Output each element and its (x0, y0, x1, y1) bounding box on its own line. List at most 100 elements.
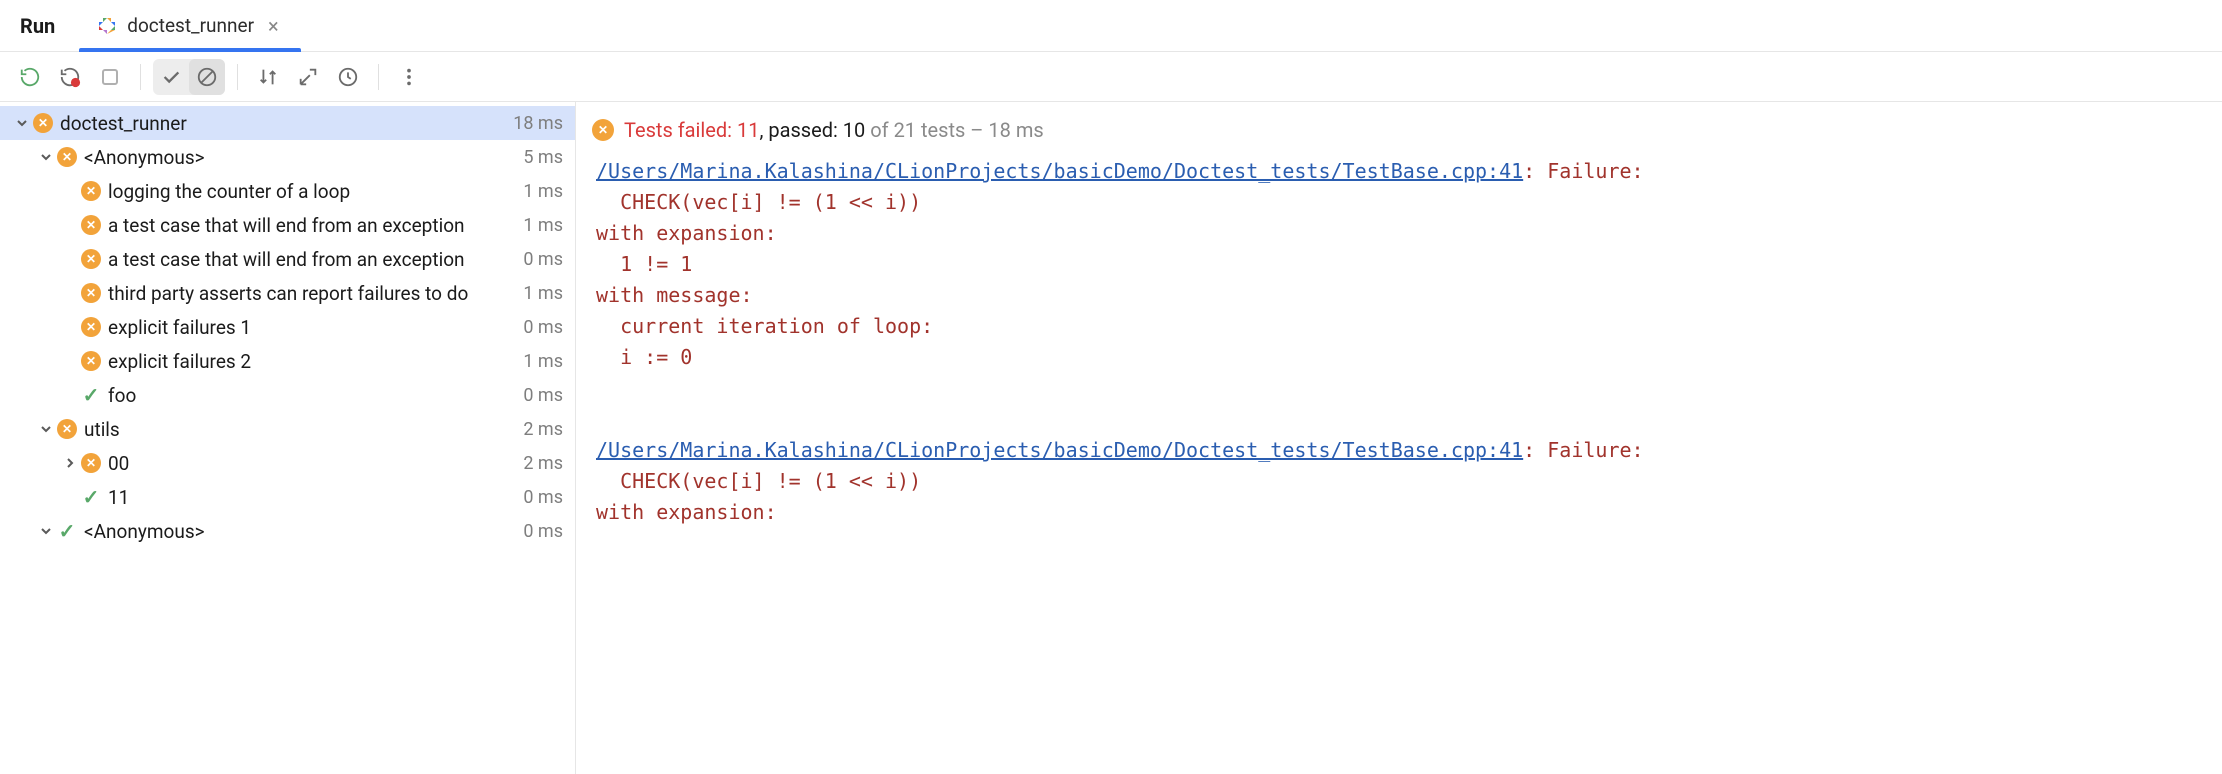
tree-duration: 0 ms (523, 487, 563, 508)
tree-duration: 1 ms (523, 283, 563, 304)
fail-icon (56, 146, 78, 168)
console-line: with message: (596, 283, 753, 307)
console-line: 1 != 1 (596, 252, 692, 276)
console-output[interactable]: /Users/Marina.Kalashina/CLionProjects/ba… (592, 156, 2222, 528)
tree-test-item[interactable]: explicit failures 2 1 ms (0, 344, 575, 378)
fail-icon (592, 119, 614, 141)
expand-all-button[interactable] (290, 59, 326, 95)
console-line: with expansion: (596, 500, 777, 524)
tree-label: foo (108, 384, 515, 407)
pass-icon: ✓ (80, 486, 102, 508)
app-root: Run doctest_runner × (0, 0, 2222, 774)
tree-test-item[interactable]: ✓ 11 0 ms (0, 480, 575, 514)
console-line: current iteration of loop: (596, 314, 933, 338)
tree-duration: 0 ms (523, 385, 563, 406)
close-icon[interactable]: × (264, 14, 283, 38)
console-line: : Failure: (1523, 438, 1643, 462)
console-line: with expansion: (596, 221, 777, 245)
tab-strip: Run doctest_runner × (0, 0, 2222, 52)
fail-icon (80, 350, 102, 372)
fail-icon (80, 214, 102, 236)
tree-label: 11 (108, 486, 515, 509)
chevron-down-icon[interactable] (36, 524, 56, 538)
tree-test-item[interactable]: logging the counter of a loop 1 ms (0, 174, 575, 208)
console-pane: Tests failed: 11, passed: 10 of 21 tests… (576, 102, 2222, 774)
file-link[interactable]: /Users/Marina.Kalashina/CLionProjects/ba… (596, 438, 1523, 462)
tree-duration: 2 ms (523, 453, 563, 474)
toolbar-separator (140, 64, 141, 90)
tree-group-anonymous-1[interactable]: <Anonymous> 5 ms (0, 140, 575, 174)
tree-test-item[interactable]: third party asserts can report failures … (0, 276, 575, 310)
test-toolbar (0, 52, 2222, 102)
main-split: doctest_runner 18 ms <Anonymous> 5 ms lo… (0, 102, 2222, 774)
stop-button[interactable] (92, 59, 128, 95)
tree-group-utils[interactable]: utils 2 ms (0, 412, 575, 446)
tree-label: <Anonymous> (84, 520, 515, 543)
console-line: i := 0 (596, 345, 692, 369)
tree-duration: 0 ms (523, 521, 563, 542)
tool-window-label: Run (0, 0, 79, 51)
passed-ignored-group (153, 59, 225, 95)
tab-doctest-runner[interactable]: doctest_runner × (79, 0, 300, 51)
tree-label: explicit failures 1 (108, 316, 515, 339)
test-summary: Tests failed: 11, passed: 10 of 21 tests… (592, 112, 2222, 156)
tree-duration: 1 ms (523, 215, 563, 236)
tree-label: logging the counter of a loop (108, 180, 515, 203)
summary-passed: , passed: 10 (759, 118, 865, 142)
pass-icon: ✓ (80, 384, 102, 406)
fail-icon (32, 112, 54, 134)
chevron-down-icon[interactable] (12, 116, 32, 130)
tree-label: third party asserts can report failures … (108, 282, 515, 305)
tree-duration: 1 ms (523, 181, 563, 202)
file-link[interactable]: /Users/Marina.Kalashina/CLionProjects/ba… (596, 159, 1523, 183)
toolbar-separator (237, 64, 238, 90)
history-button[interactable] (330, 59, 366, 95)
fail-icon (56, 418, 78, 440)
tree-test-item[interactable]: 00 2 ms (0, 446, 575, 480)
tree-test-item[interactable]: explicit failures 1 0 ms (0, 310, 575, 344)
chevron-down-icon[interactable] (36, 422, 56, 436)
tree-label: 00 (108, 452, 515, 475)
tree-label: utils (84, 418, 515, 441)
tree-test-item[interactable]: a test case that will end from an except… (0, 208, 575, 242)
tree-duration: 18 ms (513, 113, 563, 134)
tree-label: <Anonymous> (84, 146, 515, 169)
tree-duration: 1 ms (523, 351, 563, 372)
show-passed-toggle[interactable] (153, 59, 189, 95)
tree-duration: 2 ms (523, 419, 563, 440)
tree-group-anonymous-2[interactable]: ✓ <Anonymous> 0 ms (0, 514, 575, 548)
summary-failed: Tests failed: 11 (624, 118, 759, 142)
fail-icon (80, 180, 102, 202)
fail-icon (80, 282, 102, 304)
tab-label: doctest_runner (127, 14, 254, 37)
run-config-icon (97, 16, 117, 36)
console-line: CHECK(vec[i] != (1 << i)) (596, 469, 921, 493)
tree-label: doctest_runner (60, 112, 505, 135)
console-line: CHECK(vec[i] != (1 << i)) (596, 190, 921, 214)
fail-icon (80, 316, 102, 338)
more-options-button[interactable] (391, 59, 427, 95)
tree-test-item[interactable]: ✓ foo 0 ms (0, 378, 575, 412)
test-tree: doctest_runner 18 ms <Anonymous> 5 ms lo… (0, 102, 575, 552)
fail-icon (80, 248, 102, 270)
console-line: : Failure: (1523, 159, 1643, 183)
tree-duration: 0 ms (523, 249, 563, 270)
tree-label: explicit failures 2 (108, 350, 515, 373)
tree-duration: 5 ms (523, 147, 563, 168)
sort-button[interactable] (250, 59, 286, 95)
rerun-button[interactable] (12, 59, 48, 95)
summary-rest: of 21 tests – 18 ms (865, 118, 1043, 142)
test-tree-pane: doctest_runner 18 ms <Anonymous> 5 ms lo… (0, 102, 576, 774)
tree-duration: 0 ms (523, 317, 563, 338)
show-ignored-toggle[interactable] (189, 59, 225, 95)
tree-test-item[interactable]: a test case that will end from an except… (0, 242, 575, 276)
tree-label: a test case that will end from an except… (108, 248, 515, 271)
toolbar-separator (378, 64, 379, 90)
rerun-failed-button[interactable] (52, 59, 88, 95)
tree-label: a test case that will end from an except… (108, 214, 515, 237)
chevron-down-icon[interactable] (36, 150, 56, 164)
tree-root[interactable]: doctest_runner 18 ms (0, 106, 575, 140)
pass-icon: ✓ (56, 520, 78, 542)
fail-icon (80, 452, 102, 474)
chevron-right-icon[interactable] (60, 456, 80, 470)
